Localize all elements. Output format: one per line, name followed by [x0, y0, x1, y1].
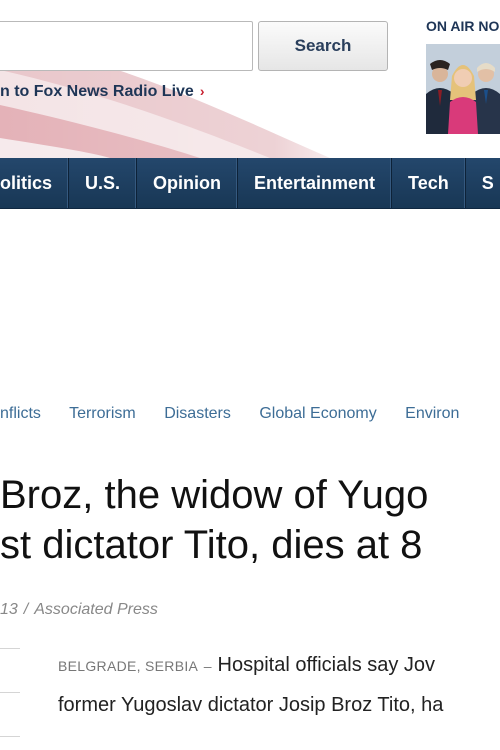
nav-item-entertainment[interactable]: Entertainment [238, 158, 393, 208]
chevron-right-icon: › [199, 83, 205, 99]
topic-disasters[interactable]: Disasters [164, 405, 231, 422]
nav-item-opinion[interactable]: Opinion [137, 158, 239, 208]
topic-global-economy[interactable]: Global Economy [259, 405, 376, 422]
on-air-now-widget[interactable]: ON AIR NO [426, 18, 500, 134]
byline-separator: / [23, 601, 29, 618]
main-nav: olitics U.S. Opinion Entertainment Tech … [0, 158, 500, 209]
radio-link-label: n to Fox News Radio Live [0, 83, 194, 100]
on-air-label: ON AIR NO [426, 18, 500, 34]
rail-divider [0, 736, 20, 737]
rail-divider [0, 648, 20, 649]
on-air-hosts-photo[interactable] [426, 44, 500, 134]
article-body-text-1: Hospital officials say Jov [217, 654, 436, 676]
hosts-image [426, 44, 500, 134]
nav-item-science[interactable]: S [466, 158, 494, 208]
site-header: Search n to Fox News Radio Live › ON AIR … [0, 0, 500, 158]
rail-divider [0, 692, 20, 693]
article-body-line-2: former Yugoslav dictator Josip Broz Tito… [58, 694, 444, 716]
headline-line-2: st dictator Tito, dies at 8 [0, 523, 423, 567]
nav-item-politics[interactable]: olitics [0, 158, 70, 208]
dateline-dash: – [203, 658, 212, 674]
byline-date: 13 [0, 601, 18, 618]
search-input[interactable] [0, 21, 253, 71]
topic-terrorism[interactable]: Terrorism [69, 405, 136, 422]
fox-news-radio-live-link[interactable]: n to Fox News Radio Live › [0, 83, 204, 101]
topic-links: nflicts Terrorism Disasters Global Econo… [0, 405, 483, 423]
article-dateline: BELGRADE, SERBIA [58, 658, 199, 674]
headline-line-1: Broz, the widow of Yugo [0, 473, 429, 517]
topic-conflicts[interactable]: nflicts [0, 405, 41, 422]
nav-item-tech[interactable]: Tech [392, 158, 466, 208]
article-headline: Broz, the widow of Yugo st dictator Tito… [0, 470, 500, 570]
search-button[interactable]: Search [258, 21, 388, 71]
byline-source: Associated Press [34, 601, 158, 618]
article-body-line-1: BELGRADE, SERBIA – Hospital officials say… [58, 654, 435, 677]
topic-environment[interactable]: Environ [405, 405, 459, 422]
article-byline: 13 / Associated Press [0, 601, 158, 619]
nav-item-us[interactable]: U.S. [69, 158, 138, 208]
